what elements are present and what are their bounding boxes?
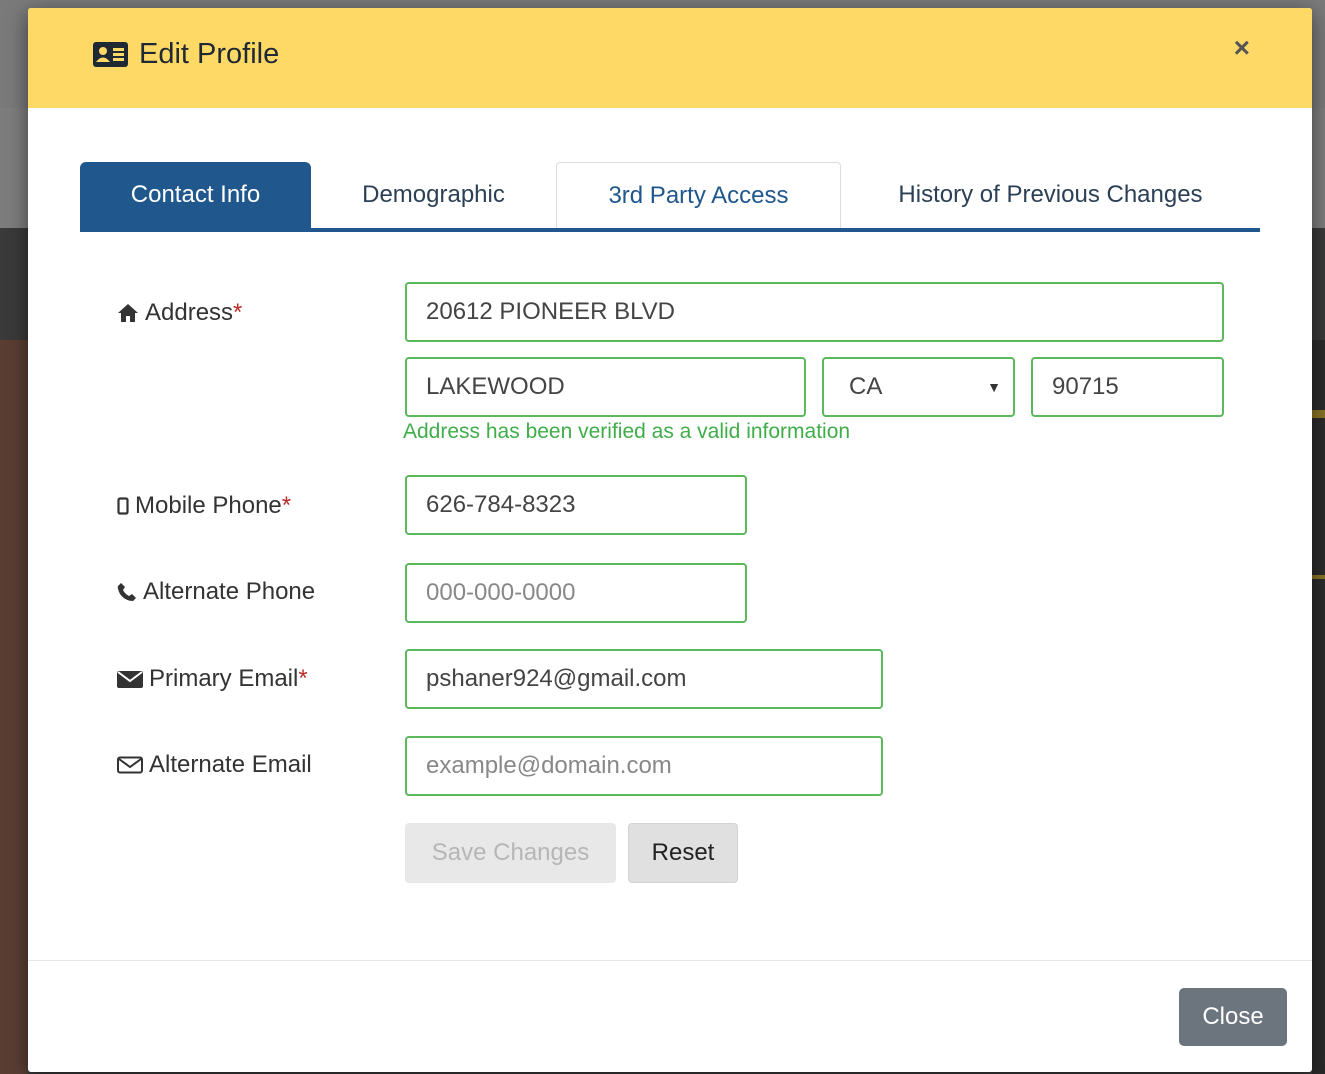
modal-title: Edit Profile: [92, 38, 279, 71]
primary-email-label-text: Primary Email: [149, 665, 299, 692]
mobile-icon: [117, 497, 129, 515]
envelope-outline-icon: [117, 756, 143, 774]
backdrop-accent: [1312, 410, 1325, 418]
state-select[interactable]: CA ▼: [822, 357, 1015, 417]
backdrop-panel: [1312, 340, 1325, 1074]
alternate-email-label: Alternate Email: [117, 751, 312, 779]
required-mark: *: [233, 299, 243, 326]
tab-contact-info[interactable]: Contact Info: [80, 162, 311, 228]
close-icon[interactable]: ×: [1234, 34, 1250, 62]
modal-header: Edit Profile ×: [28, 8, 1312, 108]
state-select-value: CA: [849, 373, 883, 400]
mobile-phone-label: Mobile Phone *: [117, 492, 291, 520]
tab-history-of-previous-changes[interactable]: History of Previous Changes: [841, 162, 1260, 228]
phone-icon: [117, 583, 136, 601]
required-mark: *: [298, 665, 308, 692]
chevron-down-icon: ▼: [987, 379, 1001, 395]
zip-input[interactable]: 90715: [1031, 357, 1224, 417]
address-label: Address *: [117, 299, 242, 327]
address-line-input[interactable]: 20612 PIONEER BLVD: [405, 282, 1224, 342]
alternate-email-label-text: Alternate Email: [149, 751, 312, 778]
alternate-email-input[interactable]: example@domain.com: [405, 736, 883, 796]
backdrop-photo: [0, 340, 28, 1074]
alternate-phone-label-text: Alternate Phone: [143, 578, 316, 605]
backdrop-accent: [1312, 575, 1325, 579]
required-mark: *: [281, 492, 292, 519]
tab-demographic[interactable]: Demographic: [311, 162, 556, 228]
save-changes-button[interactable]: Save Changes: [405, 823, 616, 883]
edit-profile-modal: Edit Profile × Contact Info Demographic …: [28, 8, 1312, 1072]
envelope-icon: [117, 671, 143, 688]
mobile-phone-input[interactable]: 626-784-8323: [405, 475, 747, 535]
alternate-phone-input[interactable]: 000-000-0000: [405, 563, 747, 623]
address-verified-message: Address has been verified as a valid inf…: [403, 420, 851, 443]
tab-3rd-party-access[interactable]: 3rd Party Access: [556, 162, 841, 228]
address-label-text: Address: [145, 299, 234, 326]
primary-email-label: Primary Email *: [117, 665, 308, 693]
profile-tabs: Contact Info Demographic 3rd Party Acces…: [80, 162, 1260, 232]
close-button[interactable]: Close: [1179, 988, 1287, 1046]
home-icon: [118, 304, 138, 322]
id-card-icon: [92, 41, 129, 68]
modal-footer-divider: [28, 960, 1312, 961]
modal-title-text: Edit Profile: [139, 38, 280, 70]
reset-button[interactable]: Reset: [628, 823, 738, 883]
city-input[interactable]: LAKEWOOD: [405, 357, 806, 417]
primary-email-input[interactable]: pshaner924@gmail.com: [405, 649, 883, 709]
alternate-phone-label: Alternate Phone: [117, 578, 315, 606]
mobile-phone-label-text: Mobile Phone: [135, 492, 282, 519]
